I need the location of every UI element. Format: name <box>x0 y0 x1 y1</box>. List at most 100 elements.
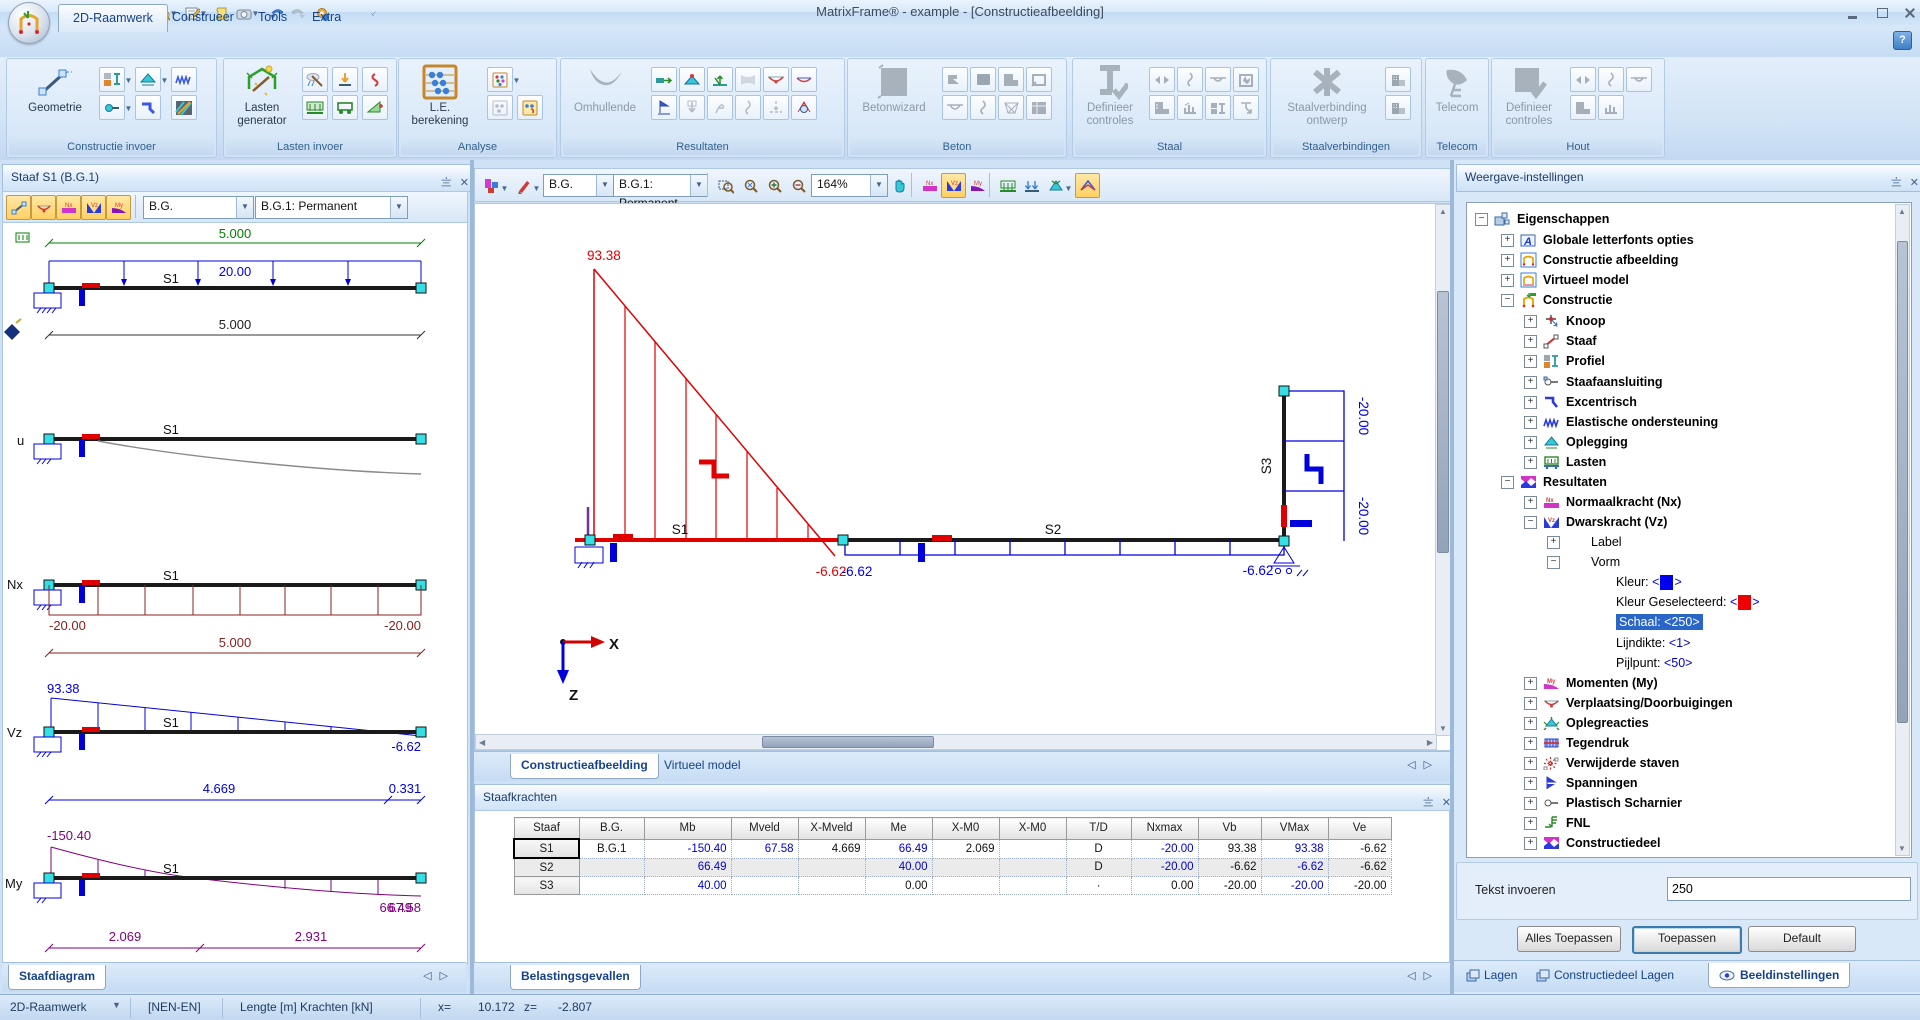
staal-grafiek-button[interactable] <box>1177 95 1203 120</box>
help-button[interactable] <box>1893 31 1912 50</box>
canvas-vscrollbar[interactable]: ▲ ▼ <box>1435 204 1451 736</box>
knoop-dropdown[interactable]: ▼ <box>125 99 132 118</box>
staafkrachten-table[interactable]: StaafB.G. MbMveld X-MveldMe X-M0X-M0 T/D… <box>513 817 1392 895</box>
tree-item-normaalkracht[interactable]: Nx Normaalkracht (Nx) <box>1524 492 1681 512</box>
expand-icon[interactable] <box>1524 677 1537 690</box>
expand-icon[interactable] <box>1501 274 1514 287</box>
zwaartepunt-button[interactable] <box>763 95 789 120</box>
tab-lagen[interactable]: Lagen <box>1456 963 1527 987</box>
staalverbinding-ontwerp-button[interactable]: Staalverbinding ontwerp <box>1275 62 1379 128</box>
expand-icon[interactable] <box>1524 737 1537 750</box>
beton-wapening-button[interactable] <box>998 67 1024 92</box>
doorbuiging-button[interactable] <box>763 67 789 92</box>
toepassen-button[interactable]: Toepassen <box>1632 926 1742 954</box>
tree-item-constructiedeel[interactable]: Constructiedeel <box>1524 833 1660 853</box>
staal-toets-button[interactable] <box>1149 67 1175 92</box>
staafgegevens-button[interactable] <box>679 95 705 120</box>
tree-item-resultaten[interactable]: Resultaten <box>1501 472 1607 492</box>
tree-item-momenten[interactable]: My Momenten (My) <box>1524 673 1658 693</box>
toggle-verplaatsing-button[interactable] <box>31 195 56 220</box>
hscroll-thumb[interactable] <box>762 736 934 748</box>
construction-canvas[interactable]: 93.38 -6.62 -6.62 -6.62 -20.00 -20.00 <box>474 203 1452 751</box>
tree-item-profiel[interactable]: Profiel <box>1524 351 1605 371</box>
staal-verplaats-button[interactable] <box>1233 95 1259 120</box>
tree-vscrollbar[interactable]: ▲ ▼ <box>1895 204 1910 856</box>
tree-item-vz-pijlpunt[interactable]: Pijlpunt: <50> <box>1616 653 1692 673</box>
spanning-resultaat-button[interactable] <box>735 67 761 92</box>
axes-dropdown[interactable]: ▼ <box>1065 179 1072 198</box>
show-my-button[interactable]: My <box>965 173 990 198</box>
tabstrip-scroll-arrows[interactable]: ◁▷ <box>423 969 456 982</box>
collapse-icon[interactable] <box>1524 516 1537 529</box>
tree-item-verplaatsing[interactable]: Verplaatsing/Doorbuigingen <box>1524 693 1733 713</box>
omhullende-toggle-button[interactable] <box>1075 173 1100 198</box>
profiel-dropdown[interactable]: ▼ <box>125 71 132 90</box>
expand-icon[interactable] <box>1501 234 1514 247</box>
expand-icon[interactable] <box>1524 436 1537 449</box>
staal-brand-button[interactable] <box>1233 67 1259 92</box>
elastische-ondersteuning-button[interactable] <box>171 67 197 92</box>
tree-item-oplegreacties[interactable]: Oplegreacties <box>1524 713 1649 733</box>
kleur-swatch[interactable] <box>1660 575 1673 590</box>
vscroll-thumb[interactable] <box>1437 291 1449 553</box>
expand-icon[interactable] <box>1524 777 1537 790</box>
staal-koppel-button[interactable] <box>1205 95 1231 120</box>
annotatie-dropdown[interactable]: ▼ <box>533 179 540 198</box>
geometrie-button[interactable]: Geometrie <box>17 62 93 115</box>
expand-icon[interactable] <box>1524 496 1537 509</box>
rekeninstellingen-button[interactable] <box>517 95 543 120</box>
expand-icon[interactable] <box>1547 536 1560 549</box>
profiel-button[interactable] <box>99 67 125 92</box>
zoom-window-icon[interactable] <box>713 173 738 198</box>
toggle-staaf-button[interactable] <box>6 195 31 220</box>
tree-item-eigenschappen[interactable]: Eigenschappen <box>1475 209 1609 229</box>
tab-staafdiagram[interactable]: Staafdiagram <box>8 965 106 990</box>
expand-icon[interactable] <box>1524 355 1537 368</box>
tree-item-elastische-ondersteuning[interactable]: Elastische ondersteuning <box>1524 412 1718 432</box>
table-row[interactable]: S2 66.49 40.00 D-20.00 -6.62-6.62 -6.62 <box>514 858 1391 877</box>
tab-beeldinstellingen[interactable]: Beeldinstellingen <box>1708 963 1850 988</box>
scroll-left-icon[interactable]: ◀ <box>479 738 485 747</box>
show-nx-button[interactable]: Nx <box>917 173 942 198</box>
staafdiagram-button[interactable] <box>651 95 677 120</box>
tab-2d-raamwerk[interactable]: 2D-Raamwerk <box>58 4 168 32</box>
combo-arrow-icon[interactable] <box>690 175 707 196</box>
bg-combo[interactable]: B.G. <box>143 196 254 219</box>
application-menu-button[interactable] <box>8 2 50 44</box>
definieer-controles-hout-button[interactable]: Definieer controles <box>1496 62 1562 128</box>
vervorming-button[interactable] <box>791 67 817 92</box>
zoom-out-icon[interactable] <box>785 173 810 198</box>
tree-item-staafaansluiting[interactable]: Staafaansluiting <box>1524 372 1663 392</box>
tree-item-constructie-afbeelding[interactable]: Constructie afbeelding <box>1501 250 1678 270</box>
combo-arrow-icon[interactable] <box>596 175 613 196</box>
definieer-controles-staal-button[interactable]: Definieer controles <box>1077 62 1143 128</box>
staal-balk-button[interactable] <box>1205 67 1231 92</box>
canvas-hscrollbar[interactable]: ◀ ▶ <box>475 734 1437 750</box>
canvas-bg-combo[interactable]: B.G. <box>543 174 614 197</box>
oplegging-button[interactable] <box>135 67 161 92</box>
pin-icon[interactable]: 〨 <box>1891 171 1902 196</box>
weergave-dropdown[interactable]: ▼ <box>501 179 508 198</box>
tree-item-constructie[interactable]: Constructie <box>1501 290 1612 310</box>
scroll-down-icon[interactable]: ▼ <box>1439 724 1447 733</box>
expand-icon[interactable] <box>1524 797 1537 810</box>
combo-arrow-icon[interactable] <box>870 175 887 196</box>
close-panel-icon[interactable]: ✕ <box>1910 171 1919 196</box>
toggle-nx-button[interactable]: Nx <box>56 195 81 220</box>
tree-item-virtueel-model[interactable]: Virtueel model <box>1501 270 1629 290</box>
tree-item-lasten[interactable]: Lasten <box>1524 452 1606 472</box>
tab-extra[interactable]: Extra <box>298 4 355 31</box>
tree-item-excentrisch[interactable]: Excentrisch <box>1524 392 1637 412</box>
blok-last-button[interactable] <box>332 95 358 120</box>
tree-item-tegendruk[interactable]: Tegendruk <box>1524 733 1629 753</box>
dwarskracht-resultaat-button[interactable] <box>679 67 705 92</box>
hout-profiel-button[interactable] <box>1570 95 1596 120</box>
verbinding-gebouw2-button[interactable] <box>1385 95 1411 120</box>
tree-item-spanningen[interactable]: Spanningen <box>1524 773 1638 793</box>
scroll-up-icon[interactable]: ▲ <box>1898 207 1906 216</box>
expand-icon[interactable] <box>1524 315 1537 328</box>
puntlast-button[interactable] <box>332 67 358 92</box>
expand-icon[interactable] <box>1524 335 1537 348</box>
staal-profiel-button[interactable] <box>1149 95 1175 120</box>
combo-arrow-icon[interactable] <box>236 197 253 218</box>
